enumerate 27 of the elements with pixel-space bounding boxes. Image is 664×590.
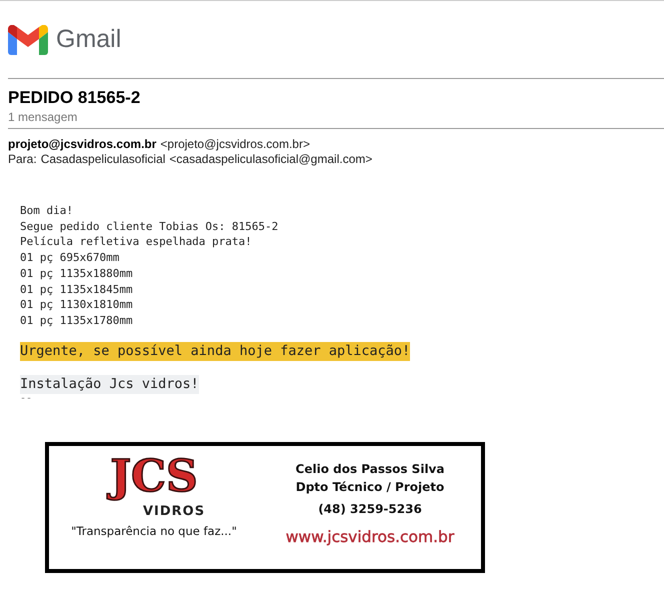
message-count: 1 mensagem [8,110,78,124]
app-name: Gmail [56,25,122,54]
body-text-line: 01 pç 1135x1880mm [20,266,133,282]
recipient-name: Casadaspeliculasoficial [40,152,166,167]
gmail-logo-icon [8,24,48,54]
body-text-line: 01 pç 695x670mm [20,250,120,266]
body-text-line: Bom dia! [20,203,73,219]
shaded-text: Instalação Jcs vidros! [20,374,199,394]
website-text: www.jcsvidros.com.br [286,528,454,546]
highlighted-text: Urgente, se possível ainda hoje fazer aplicação! [20,342,410,361]
email-subject: PEDIDO 81565-2 [8,88,142,108]
contact-name: Celio dos Passos Silva [296,462,444,476]
sender-address: <projeto@jcsvidros.com.br> [160,137,310,152]
sender-name: projeto@jcsvidros.com.br [8,137,156,152]
logo-subtitle: VIDROS [142,504,206,520]
contact-phone: (48) 3259-5236 [318,502,422,516]
body-text-line: 01 pç 1135x1845mm [20,282,133,298]
recipient-address: <casadaspeliculasoficial@gmail.com> [169,152,372,167]
body-text-line: Película refletiva espelhada prata! [20,234,252,250]
recipient-label: Para: [8,152,37,167]
contact-role: Dpto Técnico / Projeto [296,480,444,494]
body-text-line: 01 pç 1135x1780mm [20,312,133,329]
body-text-line: Segue pedido cliente Tobias Os: 81565-2 [20,218,278,234]
slogan: "Transparência no que faz..." [71,524,237,538]
signature-separator: -- [20,394,32,404]
body-text-line: 01 pç 1130x1810mm [20,297,133,313]
company-logo: JCS [106,450,202,504]
